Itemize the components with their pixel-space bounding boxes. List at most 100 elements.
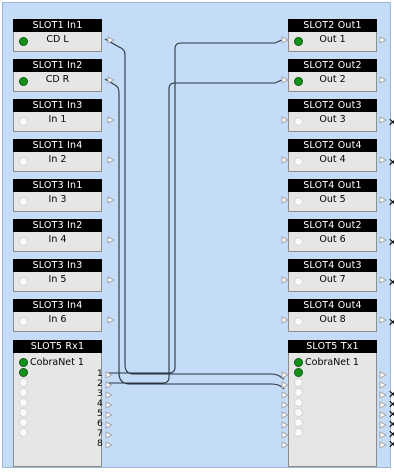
output-port-icon[interactable] xyxy=(105,391,113,399)
output-port-icon[interactable] xyxy=(379,196,387,204)
output-block[interactable]: SLOT2 Out2 Out 2 xyxy=(281,59,387,92)
output-block[interactable]: SLOT4 Out4 Out 8 ✕ xyxy=(281,299,394,332)
block-body[interactable]: In 1 xyxy=(13,112,102,132)
output-port-icon[interactable] xyxy=(105,431,113,439)
block-body[interactable]: Out 5 xyxy=(288,192,377,212)
block-body[interactable]: In 5 xyxy=(13,272,102,292)
block-body[interactable]: Out 8 xyxy=(288,312,377,332)
output-port-icon[interactable] xyxy=(379,371,387,379)
input-port-icon[interactable] xyxy=(281,116,289,124)
output-block[interactable]: SLOT2 Out4 Out 4 ✕ xyxy=(281,139,394,172)
input-block[interactable]: SLOT1 In1 CD L xyxy=(13,19,115,52)
input-block[interactable]: SLOT1 In3 In 1 xyxy=(13,99,115,132)
block-body[interactable]: Out 2 xyxy=(288,72,377,92)
input-port-icon[interactable] xyxy=(281,411,289,419)
output-port-icon[interactable] xyxy=(105,441,113,449)
output-port-icon[interactable] xyxy=(379,156,387,164)
block-body[interactable]: CD R xyxy=(13,72,102,92)
disconnect-icon[interactable]: ✕ xyxy=(388,439,394,450)
block-body[interactable]: In 3 xyxy=(13,192,102,212)
block-body[interactable]: Out 6 xyxy=(288,232,377,252)
output-port-icon[interactable] xyxy=(107,236,115,244)
disconnect-icon[interactable]: ✕ xyxy=(388,317,394,328)
block-body[interactable]: In 4 xyxy=(13,232,102,252)
channel-label: Out 5 xyxy=(319,194,346,205)
output-block[interactable]: SLOT2 Out3 Out 3 ✕ xyxy=(281,99,394,132)
output-port-icon[interactable] xyxy=(105,381,113,389)
output-port-icon[interactable] xyxy=(107,36,115,44)
disconnect-icon[interactable]: ✕ xyxy=(388,117,394,128)
input-port-icon[interactable] xyxy=(281,381,289,389)
output-port-icon[interactable] xyxy=(379,401,387,409)
input-port-icon[interactable] xyxy=(281,196,289,204)
output-block[interactable]: SLOT4 Out3 Out 7 ✕ xyxy=(281,259,394,292)
signal-wire[interactable] xyxy=(104,38,285,380)
output-port-icon[interactable] xyxy=(379,36,387,44)
block-body[interactable]: Out 3 xyxy=(288,112,377,132)
signal-led-icon xyxy=(19,358,28,367)
output-port-icon[interactable] xyxy=(107,316,115,324)
input-port-icon[interactable] xyxy=(281,236,289,244)
output-port-icon[interactable] xyxy=(107,116,115,124)
input-block[interactable]: SLOT3 In1 In 3 xyxy=(13,179,115,212)
disconnect-icon[interactable]: ✕ xyxy=(388,157,394,168)
output-port-icon[interactable] xyxy=(379,381,387,389)
output-port-icon[interactable] xyxy=(379,431,387,439)
input-port-icon[interactable] xyxy=(281,401,289,409)
signal-wire[interactable] xyxy=(104,78,285,390)
block-body[interactable]: In 2 xyxy=(13,152,102,172)
block-body[interactable]: In 6 xyxy=(13,312,102,332)
block-body[interactable]: Out 4 xyxy=(288,152,377,172)
input-port-icon[interactable] xyxy=(281,76,289,84)
disconnect-icon[interactable]: ✕ xyxy=(388,237,394,248)
output-port-icon[interactable] xyxy=(107,196,115,204)
block-header: SLOT3 In1 xyxy=(13,179,102,192)
input-port-icon[interactable] xyxy=(281,421,289,429)
input-port-icon[interactable] xyxy=(281,36,289,44)
input-port-icon[interactable] xyxy=(281,391,289,399)
tx-block[interactable]: SLOT5 Tx1 CobraNet 1 ✕ ✕ ✕ ✕ ✕ ✕ xyxy=(281,340,394,467)
block-body[interactable]: CobraNet 1 xyxy=(13,353,102,467)
input-port-icon[interactable] xyxy=(281,431,289,439)
output-port-icon[interactable] xyxy=(379,411,387,419)
output-port-icon[interactable] xyxy=(379,441,387,449)
input-port-icon[interactable] xyxy=(281,371,289,379)
signal-wire[interactable] xyxy=(106,38,285,374)
output-port-icon[interactable] xyxy=(107,276,115,284)
input-port-icon[interactable] xyxy=(281,276,289,284)
output-port-icon[interactable] xyxy=(379,421,387,429)
input-block[interactable]: SLOT1 In4 In 2 xyxy=(13,139,115,172)
channel-label: In 5 xyxy=(48,274,67,285)
output-port-icon[interactable] xyxy=(107,76,115,84)
output-port-icon[interactable] xyxy=(379,276,387,284)
output-port-icon[interactable] xyxy=(105,401,113,409)
output-block[interactable]: SLOT2 Out1 Out 1 xyxy=(281,19,387,52)
disconnect-icon[interactable]: ✕ xyxy=(388,277,394,288)
output-block[interactable]: SLOT4 Out1 Out 5 ✕ xyxy=(281,179,394,212)
block-body[interactable]: Out 7 xyxy=(288,272,377,292)
output-port-icon[interactable] xyxy=(105,371,113,379)
output-port-icon[interactable] xyxy=(107,156,115,164)
input-port-icon[interactable] xyxy=(281,441,289,449)
signal-wire[interactable] xyxy=(106,78,285,384)
input-port-icon[interactable] xyxy=(281,316,289,324)
output-block[interactable]: SLOT4 Out2 Out 6 ✕ xyxy=(281,219,394,252)
output-port-icon[interactable] xyxy=(379,316,387,324)
input-block[interactable]: SLOT3 In4 In 6 xyxy=(13,299,115,332)
patch-canvas[interactable]: SLOT1 In1 CD L SLOT1 In2 CD R SLOT1 In3 In 1 S… xyxy=(2,2,394,468)
output-port-icon[interactable] xyxy=(105,411,113,419)
input-block[interactable]: SLOT1 In2 CD R xyxy=(13,59,115,92)
input-block[interactable]: SLOT3 In2 In 4 xyxy=(13,219,115,252)
block-body[interactable]: CD L xyxy=(13,32,102,52)
output-port-icon[interactable] xyxy=(379,236,387,244)
block-body[interactable]: CobraNet 1 xyxy=(288,353,377,467)
output-port-icon[interactable] xyxy=(379,391,387,399)
input-block[interactable]: SLOT3 In3 In 5 xyxy=(13,259,115,292)
output-port-icon[interactable] xyxy=(105,421,113,429)
input-port-icon[interactable] xyxy=(281,156,289,164)
rx-block[interactable]: SLOT5 Rx1 CobraNet 1 12345678 xyxy=(13,340,113,467)
block-body[interactable]: Out 1 xyxy=(288,32,377,52)
output-port-icon[interactable] xyxy=(379,76,387,84)
disconnect-icon[interactable]: ✕ xyxy=(388,197,394,208)
output-port-icon[interactable] xyxy=(379,116,387,124)
